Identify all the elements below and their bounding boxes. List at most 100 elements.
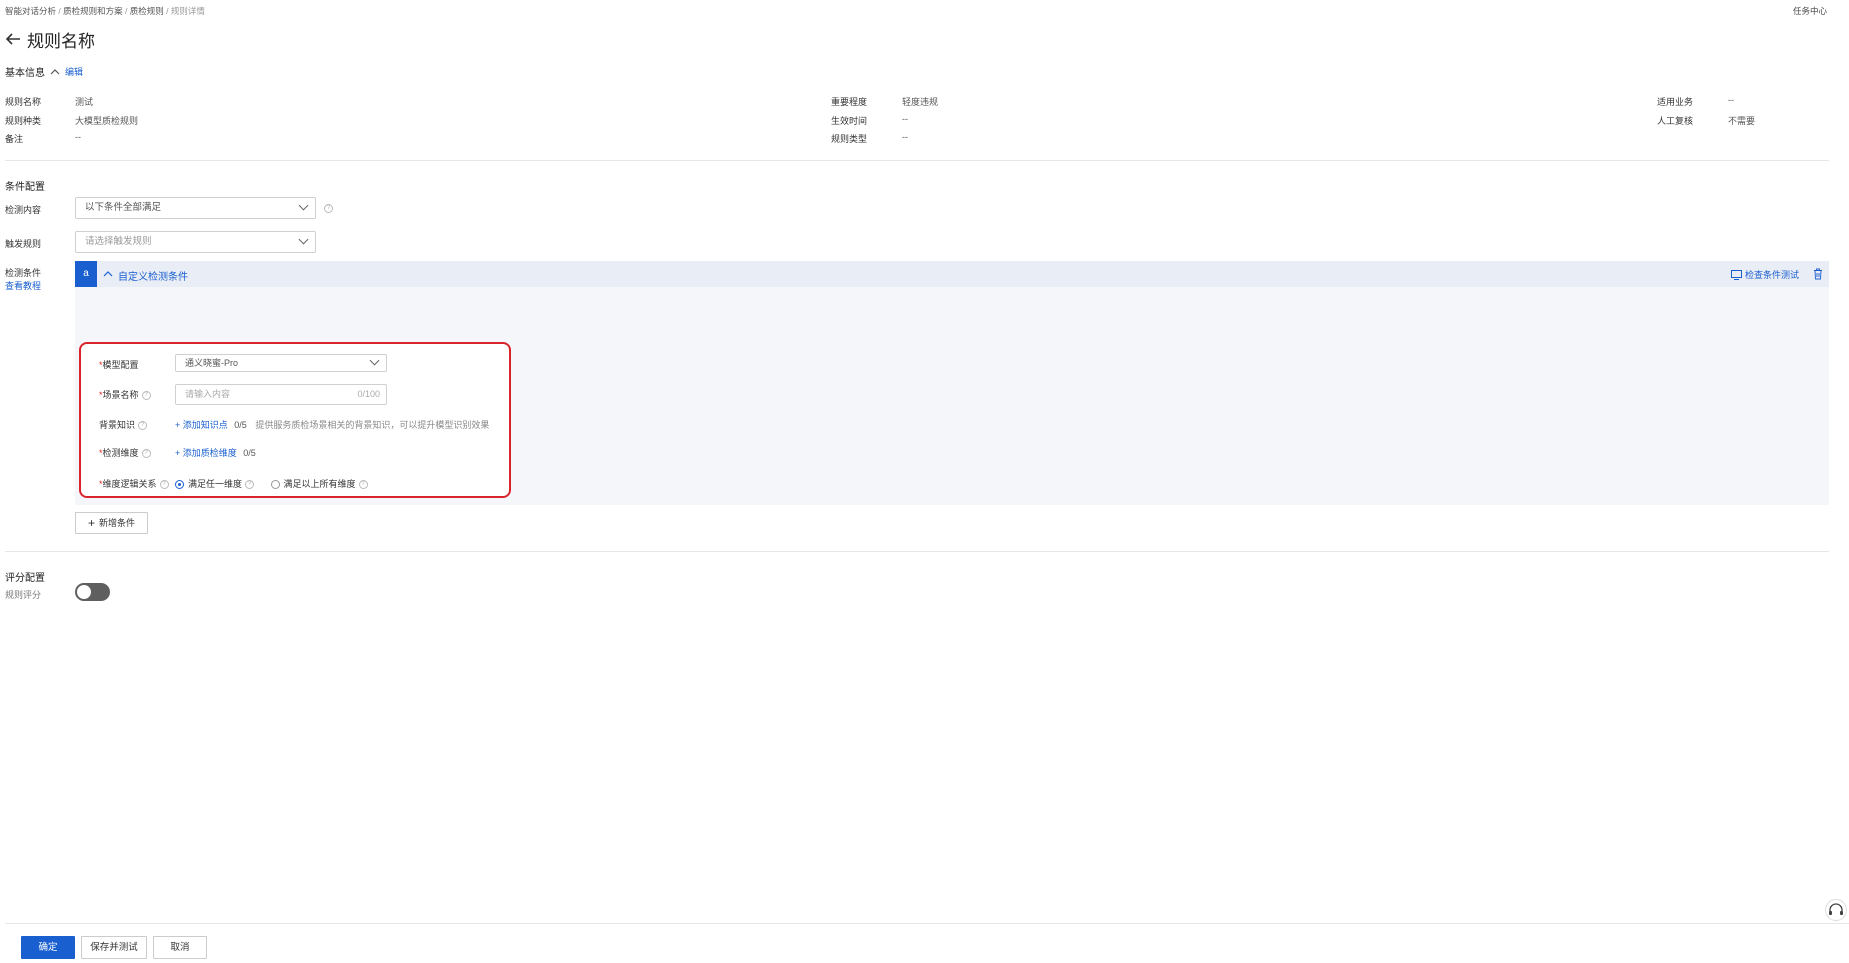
monitor-icon: [1730, 269, 1742, 280]
info-label: 人工复核: [1657, 116, 1694, 126]
help-icon[interactable]: ?: [141, 391, 151, 401]
basic-info-title: 基本信息: [5, 68, 45, 79]
test-condition-button[interactable]: 检查条件测试: [1730, 268, 1799, 281]
help-icon[interactable]: ?: [159, 480, 169, 490]
chevron-down-icon: [298, 234, 309, 245]
toggle-knob: [77, 585, 91, 599]
trigger-rule-placeholder: 请选择触发规则: [85, 236, 152, 247]
info-value: 不需要: [1728, 116, 1756, 126]
info-value: --: [902, 114, 908, 124]
breadcrumb-item[interactable]: 质检规则和方案: [63, 6, 123, 16]
model-config-text: 模型配置: [102, 360, 139, 370]
help-icon[interactable]: ?: [245, 480, 255, 490]
radio-checked-icon: [175, 480, 184, 490]
basic-info-header: 基本信息 编辑: [5, 64, 83, 79]
dimension-row: + 添加质检维度 0/5: [175, 446, 256, 459]
back-arrow-icon[interactable]: [5, 32, 21, 46]
scene-name-placeholder: 请输入内容: [185, 389, 231, 399]
info-label: 规则类型: [831, 134, 868, 144]
chevron-down-icon: [298, 200, 309, 211]
trigger-rule-select[interactable]: 请选择触发规则: [75, 231, 316, 253]
breadcrumb-current: 规则详情: [170, 6, 205, 16]
breadcrumb-item[interactable]: 智能对话分析: [5, 6, 56, 16]
collapse-chevron-icon[interactable]: [50, 68, 60, 76]
detect-content-label: 检测内容: [5, 205, 42, 215]
info-value: --: [1728, 95, 1734, 105]
help-icon[interactable]: ?: [324, 204, 333, 213]
footer-divider: [5, 923, 1849, 924]
condition-config-title: 条件配置: [5, 182, 45, 193]
headset-icon[interactable]: [1825, 899, 1847, 921]
knowledge-label: 背景知识?: [99, 418, 148, 431]
dimension-count: 0/5: [243, 448, 256, 458]
info-label: 重要程度: [831, 97, 868, 107]
info-value: 大模型质检规则: [75, 116, 139, 126]
add-condition-label: 新增条件: [99, 518, 136, 528]
edit-link[interactable]: 编辑: [65, 65, 83, 78]
knowledge-count: 0/5: [234, 420, 247, 430]
divider: [5, 160, 1829, 161]
radio-all-dimensions[interactable]: 满足以上所有维度?: [270, 479, 368, 490]
model-select-value: 通义晓蜜-Pro: [185, 358, 239, 368]
cancel-button[interactable]: 取消: [153, 936, 207, 959]
logic-options: 满足任一维度? 满足以上所有维度?: [175, 477, 368, 490]
chevron-down-icon: [369, 355, 380, 366]
add-knowledge-link[interactable]: + 添加知识点: [175, 420, 228, 430]
dimension-text: 检测维度: [102, 448, 139, 458]
info-value: --: [902, 132, 908, 142]
breadcrumb: 智能对话分析 / 质检规则和方案 / 质检规则 / 规则详情: [5, 5, 205, 17]
dimension-label: *检测维度?: [99, 446, 151, 459]
page-title: 规则名称: [27, 31, 95, 51]
info-label: 规则名称: [5, 97, 42, 107]
task-center-link[interactable]: 任务中心: [1793, 5, 1827, 17]
scene-name-counter: 0/100: [357, 389, 380, 399]
info-label: 适用业务: [1657, 97, 1694, 107]
trigger-rule-label: 触发规则: [5, 239, 42, 249]
condition-card: a 自定义检测条件 检查条件测试 *模型配置 通义晓蜜-Pro *场景名称? 请…: [75, 261, 1829, 505]
confirm-button[interactable]: 确定: [21, 936, 75, 959]
save-and-test-button[interactable]: 保存并测试: [81, 936, 147, 959]
plus-icon: +: [87, 516, 95, 530]
logic-text: 维度逻辑关系: [102, 479, 157, 489]
scene-name-input[interactable]: 请输入内容 0/100: [175, 384, 387, 405]
conditions-label: 检测条件: [5, 268, 42, 278]
help-icon[interactable]: ?: [141, 449, 151, 459]
detect-content-select[interactable]: 以下条件全部满足: [75, 197, 316, 219]
help-icon[interactable]: ?: [358, 480, 368, 490]
model-select[interactable]: 通义晓蜜-Pro: [175, 354, 387, 372]
page-header: 规则名称: [5, 28, 95, 51]
model-config-label: *模型配置: [99, 358, 139, 371]
delete-icon[interactable]: [1813, 268, 1823, 280]
info-value: --: [75, 132, 81, 142]
test-condition-label: 检查条件测试: [1744, 270, 1799, 280]
info-label: 规则种类: [5, 116, 42, 126]
radio-any-dimension[interactable]: 满足任一维度?: [175, 479, 255, 490]
rule-score-toggle[interactable]: [75, 583, 110, 601]
score-config-title: 评分配置: [5, 573, 45, 584]
logic-label: *维度逻辑关系?: [99, 477, 169, 490]
info-label: 备注: [5, 134, 24, 144]
info-value: 测试: [75, 97, 94, 107]
radio-all-label: 满足以上所有维度: [283, 479, 356, 489]
add-dimension-link[interactable]: + 添加质检维度: [175, 448, 237, 458]
radio-any-label: 满足任一维度: [188, 479, 243, 489]
knowledge-hint: 提供服务质检场景相关的背景知识，可以提升模型识别效果: [255, 420, 490, 430]
scene-name-label: *场景名称?: [99, 388, 151, 401]
add-condition-button[interactable]: + 新增条件: [75, 512, 148, 534]
breadcrumb-item[interactable]: 质检规则: [130, 6, 164, 16]
knowledge-text: 背景知识: [99, 420, 136, 430]
help-icon[interactable]: ?: [138, 421, 148, 431]
info-value: 轻度违规: [902, 97, 939, 107]
divider: [5, 551, 1829, 552]
condition-header: [75, 261, 1829, 287]
info-label: 生效时间: [831, 116, 868, 126]
tutorial-link[interactable]: 查看教程: [5, 279, 41, 292]
condition-badge: a: [75, 261, 97, 287]
rule-score-label: 规则评分: [5, 590, 42, 600]
collapse-chevron-icon[interactable]: [103, 270, 113, 278]
radio-unchecked-icon: [270, 480, 280, 490]
condition-title[interactable]: 自定义检测条件: [118, 268, 188, 283]
knowledge-row: + 添加知识点 0/5 提供服务质检场景相关的背景知识，可以提升模型识别效果: [175, 418, 489, 431]
detect-content-value: 以下条件全部满足: [85, 202, 162, 213]
scene-name-text: 场景名称: [102, 390, 139, 400]
